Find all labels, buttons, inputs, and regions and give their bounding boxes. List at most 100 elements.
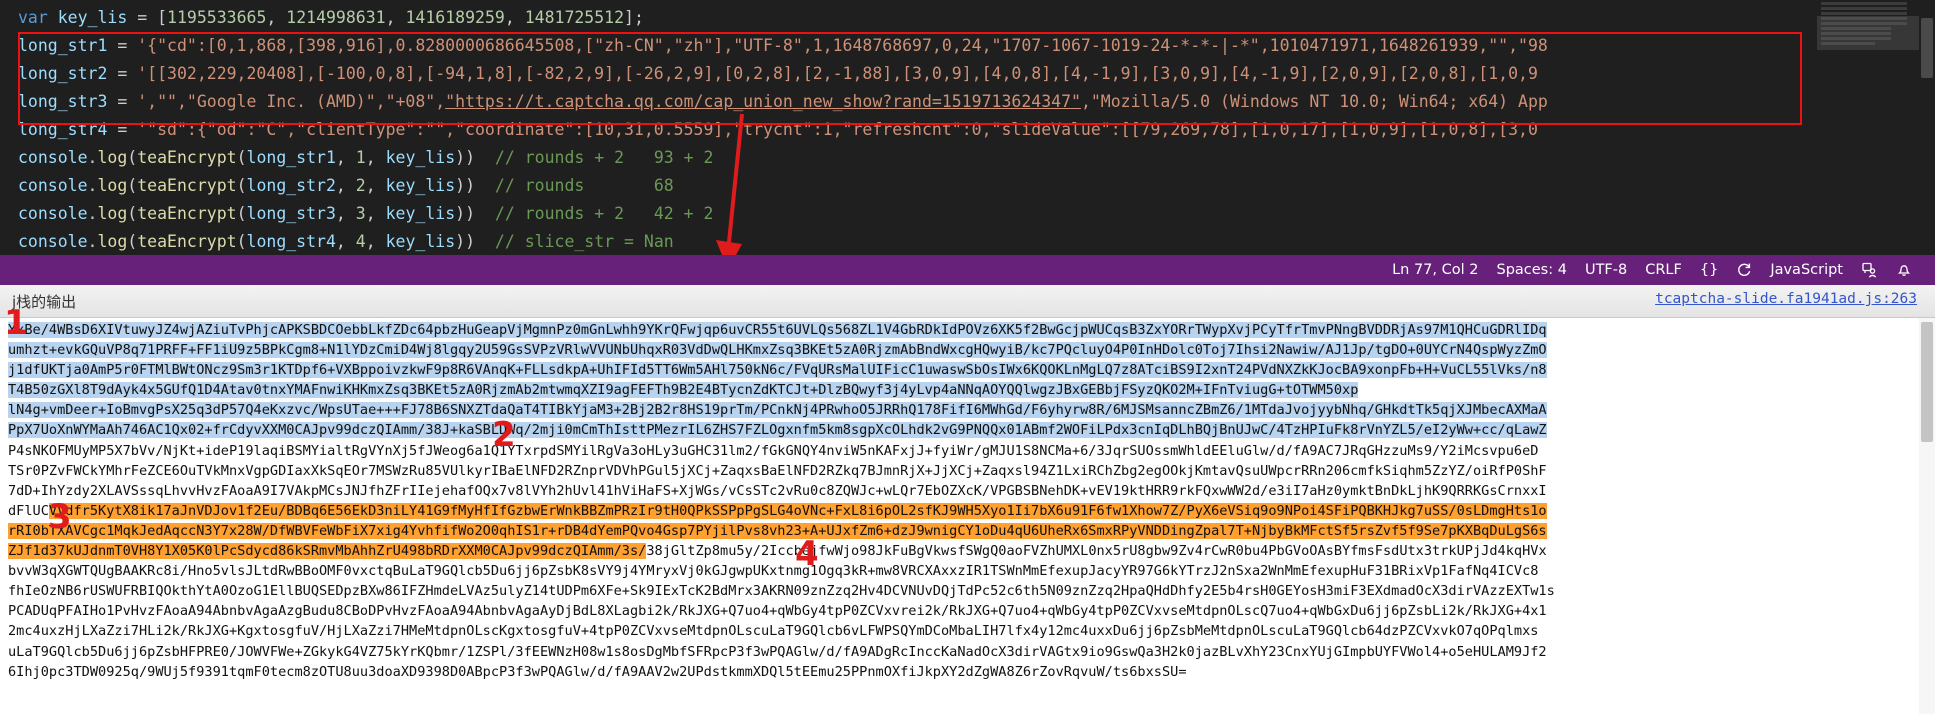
code-line-long_str4[interactable]: long_str4 = '"sd":{"od":"C","clientType"… bbox=[18, 116, 1830, 144]
code-token: // rounds + 2 93 + 2 bbox=[494, 148, 714, 167]
code-token: ,"Mozilla/5.0 (Windows NT 10.0; Win64; x… bbox=[1080, 92, 1548, 111]
code-token: long_str2 bbox=[246, 176, 336, 195]
minimap-slider[interactable] bbox=[1817, 16, 1919, 50]
code-token: // slice_str = Nan bbox=[494, 232, 674, 251]
status-cursor-position[interactable]: Ln 77, Col 2 bbox=[1383, 255, 1487, 285]
editor-vertical-scrollbar[interactable] bbox=[1919, 0, 1935, 255]
console-text: 2mc4uxzHjLXaZzi7HLi2k/RkJXG+KgxtosgfuV/H… bbox=[8, 623, 1539, 640]
code-line-log4[interactable]: console.log(teaEncrypt(long_str4, 4, key… bbox=[18, 228, 1830, 255]
code-editor[interactable]: var key_lis = [1195533665, 1214998631, 1… bbox=[0, 0, 1935, 255]
notifications-bell-icon[interactable] bbox=[1887, 255, 1921, 285]
code-token: )) bbox=[455, 204, 495, 223]
console-text-highlighted: PpX7UoXnWYMaAh746AC1Qx02+frCdyvXXM0CAJpv… bbox=[8, 422, 1547, 439]
minimap-line bbox=[1821, 12, 1907, 15]
scrollbar-thumb[interactable] bbox=[1921, 18, 1933, 78]
feedback-icon[interactable] bbox=[1852, 255, 1887, 285]
status-indentation[interactable]: Spaces: 4 bbox=[1487, 255, 1575, 285]
console-line: bvvW3qXGWTQUgBAAKRc8i/Hno5vlsJLtdRwBBoOM… bbox=[8, 561, 1935, 581]
code-token: , bbox=[385, 8, 406, 27]
code-line-log1[interactable]: console.log(teaEncrypt(long_str1, 1, key… bbox=[18, 144, 1830, 172]
code-token: '[[302,229,20408],[-100,0,8],[-94,1,8],[… bbox=[137, 64, 1538, 83]
code-token: key_lis bbox=[385, 148, 456, 167]
code-line-log2[interactable]: console.log(teaEncrypt(long_str2, 2, key… bbox=[18, 172, 1830, 200]
code-line-log3[interactable]: console.log(teaEncrypt(long_str3, 3, key… bbox=[18, 200, 1830, 228]
editor-minimap[interactable] bbox=[1817, 0, 1919, 255]
console-text: TSr0PZvFWCkYMhrFeZCE6OuTVkMnxVgpGDIaxXkS… bbox=[8, 462, 1547, 479]
code-token: = bbox=[107, 92, 138, 111]
status-encoding[interactable]: UTF-8 bbox=[1576, 255, 1636, 285]
console-output[interactable]: YxBe/4WBsD6XIVtuwyJZ4wjAZiuTvPhjcAPKSBDC… bbox=[0, 318, 1935, 714]
console-line: ZJf1d37kUJdnmT0VH8Y1X05K0lPcSdycd86kSRmv… bbox=[8, 541, 1935, 561]
minimap-line bbox=[1821, 2, 1907, 5]
code-token: , bbox=[335, 176, 356, 195]
code-token: )) bbox=[455, 176, 495, 195]
console-text: PCADUqPFAIHo1PvHvzFAoaA94AbnbvAgaAzgBudu… bbox=[8, 603, 1547, 620]
code-token: , bbox=[365, 232, 386, 251]
code-token: 2 bbox=[355, 176, 366, 195]
code-line-long_str1[interactable]: long_str1 = '{"cd":[0,1,868,[398,916],0.… bbox=[18, 32, 1830, 60]
console-line: TSr0PZvFWCkYMhrFeZCE6OuTVkMnxVgpGDIaxXkS… bbox=[8, 461, 1935, 481]
console-line: uLaT9GQlcb5Du6jj6pZsbHFPRE0/JOWVFWe+ZGky… bbox=[8, 642, 1935, 662]
console-text-highlighted: j1dfUKTja0AmP5r0FTMlBWtONcz9Sm3r1KTDpf6+… bbox=[8, 362, 1547, 379]
code-token: long_str3 bbox=[18, 92, 108, 111]
code-token: console bbox=[18, 232, 88, 251]
code-token: 1214998631 bbox=[286, 8, 386, 27]
console-text: fhIeOzNB6rUSWUFRBIQOkthYtA0OzoG1EllBUQSE… bbox=[8, 583, 1555, 600]
console-line: 7dD+IhYzdy2XLAVSssqLhvvHvzFAoaA9I7VAkpMC… bbox=[8, 481, 1935, 501]
console-text-highlighted: ZJf1d37kUJdnmT0VH8Y1X05K0lPcSdycd86kSRmv… bbox=[8, 543, 647, 560]
status-language-mode[interactable]: JavaScript bbox=[1761, 255, 1852, 285]
code-token: , bbox=[365, 148, 386, 167]
code-line-long_str2[interactable]: long_str2 = '[[302,229,20408],[-100,0,8]… bbox=[18, 60, 1830, 88]
console-panel: j栈的输出 tcaptcha-slide.fa1941ad.js:263 YxB… bbox=[0, 285, 1935, 714]
console-line: dFlUCVVdfr5KytX8ik17aJnVDJov1f2Eu/BDBq6E… bbox=[8, 501, 1935, 521]
code-token: key_lis bbox=[385, 176, 456, 195]
code-token: . bbox=[87, 204, 98, 223]
sync-refresh-icon[interactable] bbox=[1727, 255, 1761, 285]
code-token: ( bbox=[127, 232, 138, 251]
code-lines[interactable]: var key_lis = [1195533665, 1214998631, 1… bbox=[0, 0, 1830, 255]
code-token: key_lis bbox=[385, 232, 456, 251]
code-token: long_str4 bbox=[18, 120, 108, 139]
status-braces-icon[interactable]: {} bbox=[1691, 255, 1727, 285]
code-token: ( bbox=[236, 232, 247, 251]
console-line: rRI0bTXAVCgc1MqkJedAqccN3Y7x28W/DfWBVFeW… bbox=[8, 521, 1935, 541]
console-line: 6Ihj0pc3TDW0925q/9WUj5f9391tqmF0tecm8zOT… bbox=[8, 662, 1935, 682]
console-text: dFlUC bbox=[8, 502, 49, 519]
console-line: fhIeOzNB6rUSWUFRBIQOkthYtA0OzoG1EllBUQSE… bbox=[8, 581, 1935, 601]
code-token: ( bbox=[127, 148, 138, 167]
code-line-long_str3[interactable]: long_str3 = ',"","Google Inc. (AMD)","+0… bbox=[18, 88, 1830, 116]
console-line: P4sNKOFMUyMP5X7bVv/NjKt+ideP19laqiBSMYia… bbox=[8, 441, 1935, 461]
code-token: . bbox=[87, 232, 98, 251]
code-token: console bbox=[18, 176, 88, 195]
console-text-highlighted: T4B50zGXl8T9dAyk4x5GUfQ1D4Atav0tnxYMAFnw… bbox=[8, 382, 1359, 399]
code-token: 1481725512 bbox=[524, 8, 625, 27]
code-token: , bbox=[504, 8, 525, 27]
console-line: j1dfUKTja0AmP5r0FTMlBWtONcz9Sm3r1KTDpf6+… bbox=[8, 360, 1935, 380]
console-vertical-scrollbar[interactable] bbox=[1919, 318, 1935, 714]
code-token: ( bbox=[236, 204, 247, 223]
code-token: console bbox=[18, 148, 88, 167]
code-line-key_lis[interactable]: var key_lis = [1195533665, 1214998631, 1… bbox=[18, 4, 1830, 32]
console-header: j栈的输出 tcaptcha-slide.fa1941ad.js:263 bbox=[0, 285, 1935, 318]
console-text: 38jGltZp8mu5y/2IccbejfwWjo98JkFuBgVkwsfS… bbox=[646, 543, 1547, 560]
code-token: ( bbox=[236, 176, 247, 195]
code-token: . bbox=[87, 176, 98, 195]
console-text-highlighted: umhzt+evkGQuVP8q71PRFF+FF1iU9z5BPkCgm8+N… bbox=[8, 342, 1547, 359]
status-bar: Ln 77, Col 2 Spaces: 4 UTF-8 CRLF {} Jav… bbox=[0, 255, 1935, 285]
code-token: ',"","Google Inc. (AMD)","+08", bbox=[137, 92, 446, 111]
console-line: umhzt+evkGQuVP8q71PRFF+FF1iU9z5BPkCgm8+N… bbox=[8, 340, 1935, 360]
code-token: long_str2 bbox=[18, 64, 108, 83]
code-token: , bbox=[335, 148, 356, 167]
console-source-link[interactable]: tcaptcha-slide.fa1941ad.js:263 bbox=[1655, 291, 1917, 307]
code-token: // rounds 68 bbox=[494, 176, 674, 195]
code-token: teaEncrypt bbox=[137, 232, 237, 251]
status-eol[interactable]: CRLF bbox=[1636, 255, 1691, 285]
scrollbar-thumb[interactable] bbox=[1921, 322, 1933, 442]
console-text-highlighted: rRI0bTXAVCgc1MqkJedAqccN3Y7x28W/DfWBVFeW… bbox=[8, 522, 1547, 539]
console-text: P4sNKOFMUyMP5X7bVv/NjKt+ideP19laqiBSMYia… bbox=[8, 442, 1539, 459]
console-text: 6Ihj0pc3TDW0925q/9WUj5f9391tqmF0tecm8zOT… bbox=[8, 663, 1187, 680]
console-text-highlighted: YxBe/4WBsD6XIVtuwyJZ4wjAZiuTvPhjcAPKSBDC… bbox=[8, 322, 1547, 338]
code-token: , bbox=[365, 204, 386, 223]
code-token: , bbox=[335, 204, 356, 223]
code-token: teaEncrypt bbox=[137, 148, 237, 167]
